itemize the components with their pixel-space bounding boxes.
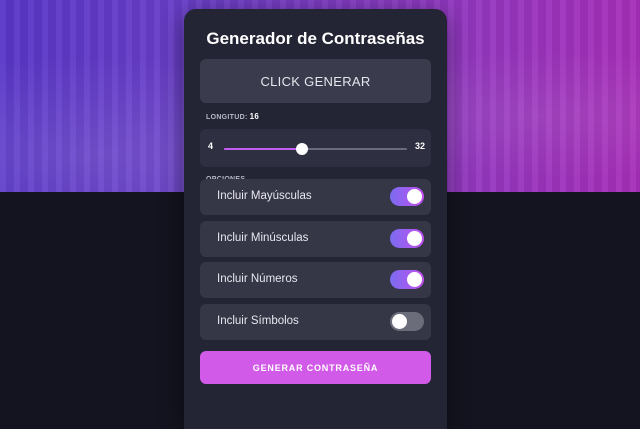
- slider-max-label: 32: [414, 141, 425, 151]
- option-label-numbers: Incluir Números: [217, 273, 298, 285]
- option-numbers: Incluir Números: [200, 262, 431, 298]
- option-label-symbols: Incluir Símbolos: [217, 315, 299, 327]
- toggle-knob: [392, 314, 407, 329]
- password-generator-card: Generador de Contraseñas CLICK GENERAR L…: [184, 9, 447, 429]
- option-label-uppercase: Incluir Mayúsculas: [217, 190, 312, 202]
- toggle-knob: [407, 231, 422, 246]
- length-label: LONGITUD: 16: [206, 112, 259, 121]
- toggle-symbols[interactable]: [390, 312, 424, 331]
- length-slider[interactable]: [224, 143, 407, 155]
- length-label-text: LONGITUD:: [206, 114, 248, 121]
- slider-fill: [224, 148, 303, 150]
- length-slider-box: 4 32: [200, 129, 431, 167]
- slider-thumb[interactable]: [296, 143, 309, 155]
- toggle-numbers[interactable]: [390, 270, 424, 289]
- option-lowercase: Incluir Minúsculas: [200, 221, 431, 257]
- toggle-knob: [407, 272, 422, 287]
- option-label-lowercase: Incluir Minúsculas: [217, 232, 309, 244]
- toggle-lowercase[interactable]: [390, 229, 424, 248]
- option-symbols: Incluir Símbolos: [200, 304, 431, 340]
- password-display-text: CLICK GENERAR: [260, 73, 371, 89]
- length-value: 16: [249, 112, 260, 121]
- toggle-knob: [407, 189, 422, 204]
- app-title: Generador de Contraseñas: [206, 29, 425, 48]
- generate-password-button[interactable]: GENERAR CONTRASEÑA: [200, 351, 431, 384]
- toggle-uppercase[interactable]: [390, 187, 424, 206]
- slider-min-label: 4: [208, 141, 214, 151]
- password-display[interactable]: CLICK GENERAR: [200, 59, 431, 103]
- option-uppercase: Incluir Mayúsculas: [200, 179, 431, 215]
